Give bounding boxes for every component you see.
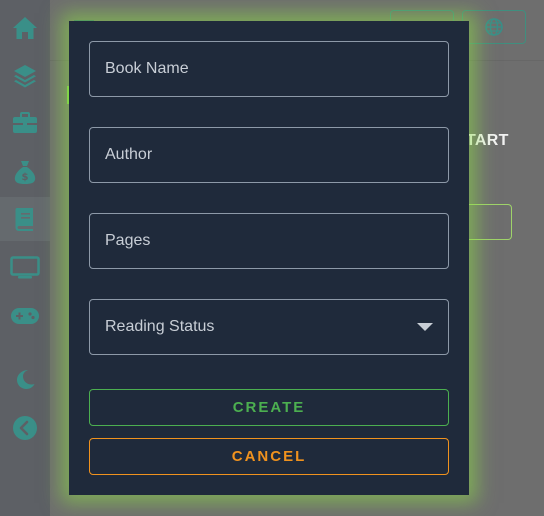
briefcase-icon xyxy=(13,112,37,133)
sidebar: $ xyxy=(0,0,50,516)
monitor-icon xyxy=(10,256,40,279)
money-bag-icon: $ xyxy=(14,161,36,184)
reading-status-placeholder: Reading Status xyxy=(105,318,215,335)
sidebar-item-games[interactable] xyxy=(0,294,50,338)
sidebar-item-work[interactable] xyxy=(0,101,50,145)
theme-toggle[interactable] xyxy=(0,357,50,401)
book-icon xyxy=(15,208,33,231)
pages-placeholder: Pages xyxy=(105,232,151,249)
create-book-modal: Book Name Author Pages Reading Status CR… xyxy=(69,21,469,495)
book-name-placeholder: Book Name xyxy=(105,60,189,77)
svg-text:$: $ xyxy=(22,172,29,183)
chevron-left-icon xyxy=(13,416,37,440)
author-field[interactable]: Author xyxy=(89,127,449,183)
book-name-field[interactable]: Book Name xyxy=(89,41,449,97)
language-button[interactable] xyxy=(462,10,526,44)
caret-down-icon xyxy=(417,323,433,331)
sidebar-item-home[interactable] xyxy=(0,6,50,50)
create-button[interactable]: CREATE xyxy=(89,389,449,426)
sidebar-item-media[interactable] xyxy=(0,246,50,290)
moon-icon xyxy=(17,370,35,389)
author-placeholder: Author xyxy=(105,146,153,163)
pages-field[interactable]: Pages xyxy=(89,213,449,269)
gamepad-icon xyxy=(11,308,39,324)
layers-icon xyxy=(14,65,36,88)
sidebar-item-layers[interactable] xyxy=(0,54,50,98)
collapse-sidebar-button[interactable] xyxy=(0,406,50,450)
sidebar-item-books[interactable] xyxy=(0,197,50,241)
background-heading: TART xyxy=(466,132,509,149)
sidebar-item-finance[interactable]: $ xyxy=(0,150,50,194)
reading-status-select[interactable]: Reading Status xyxy=(89,299,449,355)
home-icon xyxy=(13,17,37,39)
globe-icon xyxy=(485,18,503,36)
cancel-button[interactable]: CANCEL xyxy=(89,438,449,475)
